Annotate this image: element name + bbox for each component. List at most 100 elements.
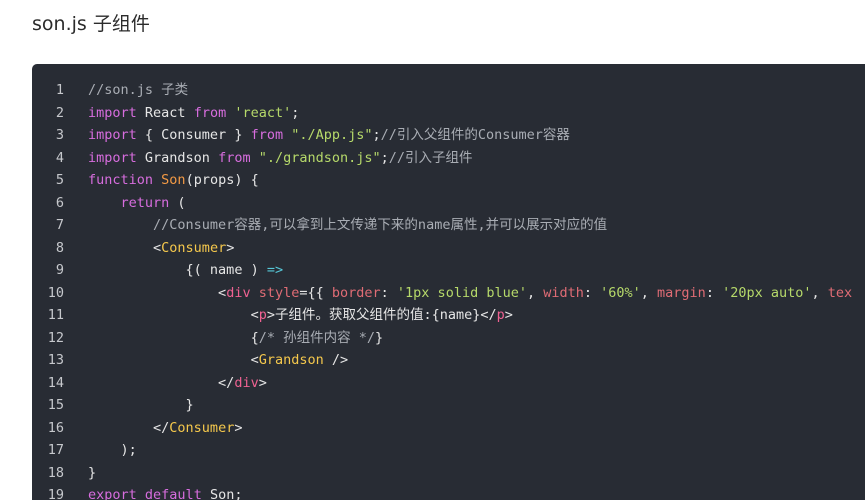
code-token-keyword: import <box>88 127 137 143</box>
code-text: //Consumer容器,可以拿到上文传递下来的name属性,并可以展示对应的值 <box>88 214 607 237</box>
line-number: 2 <box>55 104 64 121</box>
line-number: 7 <box>55 217 64 233</box>
code-token-comment: //引入子组件 <box>388 149 473 166</box>
line-number: 16 <box>47 419 64 436</box>
code-text: //son.js 子类 <box>88 79 188 102</box>
code-token-string: '1px solid blue' <box>396 284 527 301</box>
line-number: 4 <box>55 149 64 166</box>
code-token-keyword: return <box>120 194 170 211</box>
code-text: import React from 'react'; <box>88 102 299 125</box>
code-token-tag: div <box>226 284 251 301</box>
code-text: <p>子组件。获取父组件的值:{name}</p> <box>88 304 513 327</box>
code-token-keyword: from <box>250 127 284 143</box>
line-number: 13 <box>47 352 64 368</box>
code-token-punct: > <box>266 307 275 323</box>
code-block[interactable]: 1 //son.js 子类 2 import React from 'react'; 3… <box>32 64 865 500</box>
code-token-string: '20px auto' <box>722 284 812 301</box>
code-token-attr: style <box>258 284 300 301</box>
code-token-punct: ; <box>380 149 389 166</box>
code-token-plain: } <box>374 329 384 346</box>
code-token-plain: ={{ <box>299 284 332 301</box>
code-token-punct: < <box>218 284 227 301</box>
code-token-keyword: import <box>88 104 137 121</box>
code-token-plain: {( name ) <box>185 262 267 278</box>
line-number: 9 <box>55 262 64 278</box>
code-token-tag: p <box>496 307 505 323</box>
code-token-keyword: export <box>88 487 137 500</box>
code-token-plain: 子组件。获取父组件的值:{name} <box>274 307 481 323</box>
code-token-plain: , <box>640 284 658 301</box>
code-token-tag: p <box>258 307 267 323</box>
code-token-punct: ; <box>291 104 300 121</box>
code-token-attr: margin <box>657 284 706 301</box>
code-token-attr: tex <box>827 284 853 301</box>
code-text: <div style={{ border: '1px solid blue', … <box>88 282 852 305</box>
code-token-punct: < <box>250 352 259 368</box>
line-number: 1 <box>55 82 64 98</box>
line-number: 15 <box>47 397 64 413</box>
line-number: 3 <box>55 127 64 143</box>
line-number: 19 <box>47 487 64 500</box>
code-token-comment: /* 孙组件内容 */ <box>258 329 375 346</box>
code-token-comp: Consumer <box>169 419 235 436</box>
line-number: 10 <box>47 284 64 301</box>
page-title: son.js 子组件 <box>32 13 150 35</box>
code-token-plain: : <box>583 284 601 301</box>
code-token-punct: > <box>504 307 513 323</box>
code-token-plain: (props) { <box>185 172 259 188</box>
code-text: } <box>88 394 194 417</box>
code-token-punct: < <box>250 307 259 323</box>
code-token-plain: , <box>811 284 828 301</box>
line-number: 17 <box>47 442 64 458</box>
code-text: function Son(props) { <box>88 169 259 192</box>
code-token-keyword: from <box>193 104 227 121</box>
code-text: </div> <box>88 372 267 395</box>
code-token-punct: </ <box>218 374 235 391</box>
code-token-comment: //Consumer容器,可以拿到上文传递下来的name属性,并可以展示对应的值 <box>153 217 608 233</box>
code-text: import Grandson from "./grandson.js";//引… <box>88 147 473 170</box>
code-text: {( name ) => <box>88 259 284 282</box>
code-token-plain: ( <box>169 194 186 211</box>
code-token-plain: Son; <box>201 487 243 500</box>
line-number: 18 <box>47 464 64 481</box>
line-number: 6 <box>55 194 64 211</box>
code-text: import { Consumer } from "./App.js";//引入… <box>88 124 570 147</box>
code-token-punct: > <box>234 419 243 436</box>
code-token-string: '60%' <box>600 284 641 301</box>
code-token-keyword: default <box>144 487 202 500</box>
code-token-string: 'react' <box>234 104 292 121</box>
code-token-punct: </ <box>153 419 170 436</box>
code-token-plain: } <box>88 464 97 481</box>
code-token-attr: border <box>331 284 381 301</box>
code-token-plain: Grandson <box>136 149 219 166</box>
line-number: 8 <box>55 239 64 256</box>
line-number: 12 <box>47 329 64 346</box>
code-text: } <box>88 462 96 485</box>
code-token-comment: //引入父组件的Consumer容器 <box>380 127 570 143</box>
code-token-string: "./App.js" <box>291 127 373 143</box>
line-number: 14 <box>47 374 64 391</box>
code-text: </Consumer> <box>88 417 242 440</box>
code-token-func: Son <box>161 172 186 188</box>
code-token-tag: div <box>234 374 259 391</box>
code-token-plain: { Consumer } <box>136 127 251 143</box>
code-token-plain: React <box>136 104 194 121</box>
code-token-plain: { <box>250 329 259 346</box>
code-token-comment: //son.js 子类 <box>88 82 189 98</box>
code-token-attr: width <box>543 284 584 301</box>
code-text: <Consumer> <box>88 237 234 260</box>
code-token-punct: /> <box>323 352 349 368</box>
code-token-punct: > <box>226 239 235 256</box>
